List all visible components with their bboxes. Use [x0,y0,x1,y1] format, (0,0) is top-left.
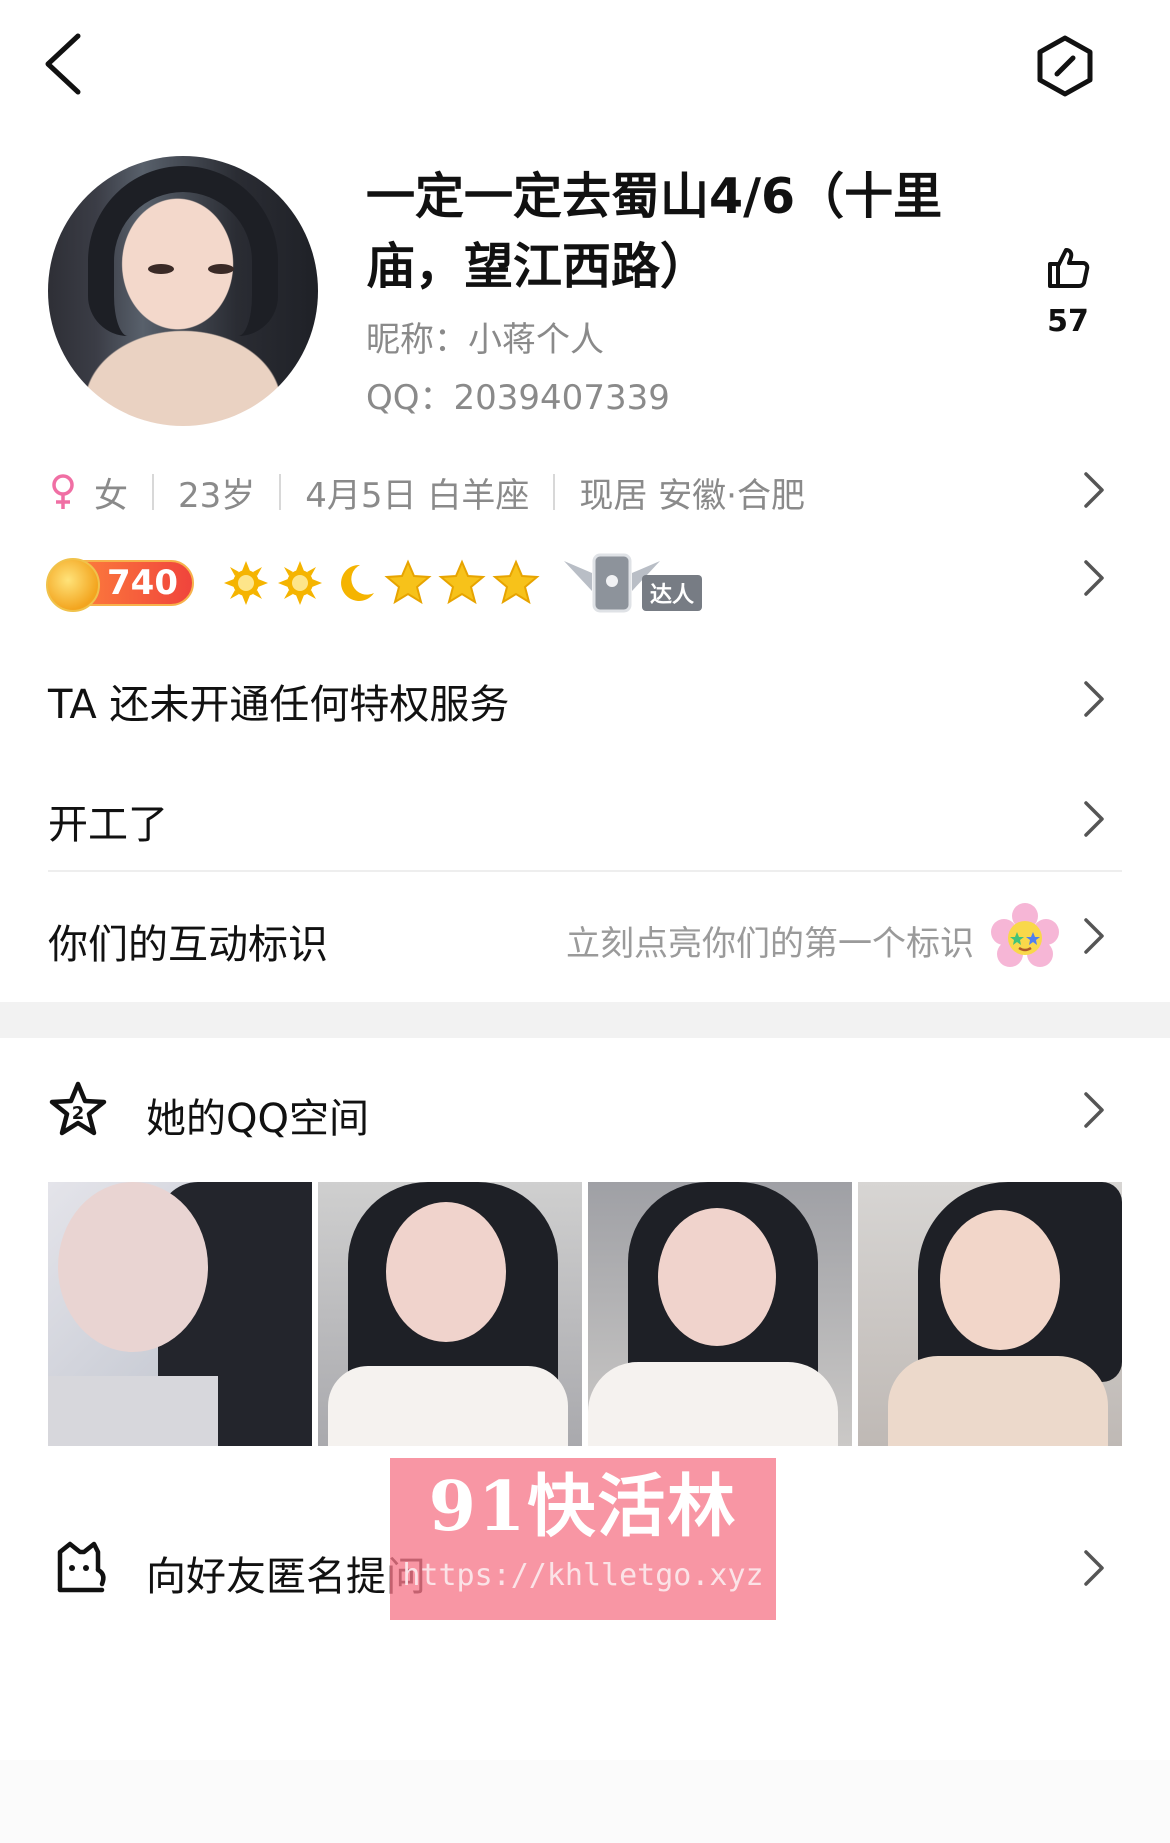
anonymous-question-title[interactable]: 向好友匿名提问 [146,1544,426,1602]
sun-icon [224,561,268,605]
level-row[interactable]: 740 达人 [46,548,702,618]
settings-button[interactable] [1030,30,1100,102]
chevron-right-icon[interactable] [1078,797,1108,841]
like-count[interactable]: 57 [1020,304,1116,339]
watermark-brand: 91快活林 [428,1467,738,1547]
chevron-left-icon [45,33,81,95]
star-icon [384,559,432,605]
watermark: 91快活林 https://khlletgo.xyz [390,1458,776,1620]
gender-text: 女 [94,475,128,516]
chevron-right-icon[interactable] [1078,1088,1108,1132]
chevron-right-icon[interactable] [1078,468,1108,512]
hexagon-settings-icon [1037,35,1093,97]
profile-name: 一定一定去蜀山4/6（十里庙，望江西路） [366,168,943,295]
watermark-url: https://khlletgo.xyz [402,1558,764,1593]
basic-info-row[interactable]: 女 23岁 4月5日 白羊座 现居 安徽·合肥 [48,466,805,518]
star-2-icon: 2 [48,1080,108,1140]
thumbs-up-icon[interactable] [1044,244,1092,292]
location-text: 现居 安徽·合肥 [579,475,805,516]
signature-item[interactable]: 开工了 [48,792,168,850]
cat-icon [54,1540,110,1596]
birthday-text: 4月5日 白羊座 [305,475,530,516]
sun-icon [278,561,322,605]
privilege-item[interactable]: TA 还未开通任何特权服务 [48,672,509,730]
interaction-hint[interactable]: 立刻点亮你们的第一个标识 [566,916,974,965]
chevron-right-icon[interactable] [1078,914,1108,958]
chevron-right-icon[interactable] [1078,1546,1108,1590]
divider [152,474,154,510]
level-value: 740 [107,563,178,603]
avatar[interactable] [48,156,318,426]
level-badge: 740 [46,558,194,612]
master-badge: 达人 [562,551,702,615]
qq-number-text: QQ：2039407339 [366,378,670,418]
female-icon [52,474,74,509]
coin-icon [46,558,100,612]
svg-text:2: 2 [72,1103,85,1124]
qzone-photo-1[interactable] [48,1182,312,1446]
master-label: 达人 [641,575,702,611]
moon-icon [341,564,374,601]
back-button[interactable] [40,28,90,100]
qzone-photo-2[interactable] [318,1182,582,1446]
star-icon [492,559,540,605]
chevron-right-icon[interactable] [1078,677,1108,721]
interaction-title[interactable]: 你们的互动标识 [48,912,328,970]
flower-face-icon [990,902,1060,972]
qzone-title[interactable]: 她的QQ空间 [146,1086,369,1144]
chevron-right-icon[interactable] [1078,556,1108,600]
divider [553,474,556,510]
bottom-area [0,1760,1170,1843]
section-gap [0,1002,1170,1038]
qzone-photo-3[interactable] [588,1182,852,1446]
nickname-text: 昵称：小蒋个人 [366,320,604,360]
divider [48,870,1122,872]
qzone-photo-4[interactable] [858,1182,1122,1446]
divider [279,474,282,510]
age-text: 23岁 [178,475,256,516]
star-icon [438,559,486,605]
